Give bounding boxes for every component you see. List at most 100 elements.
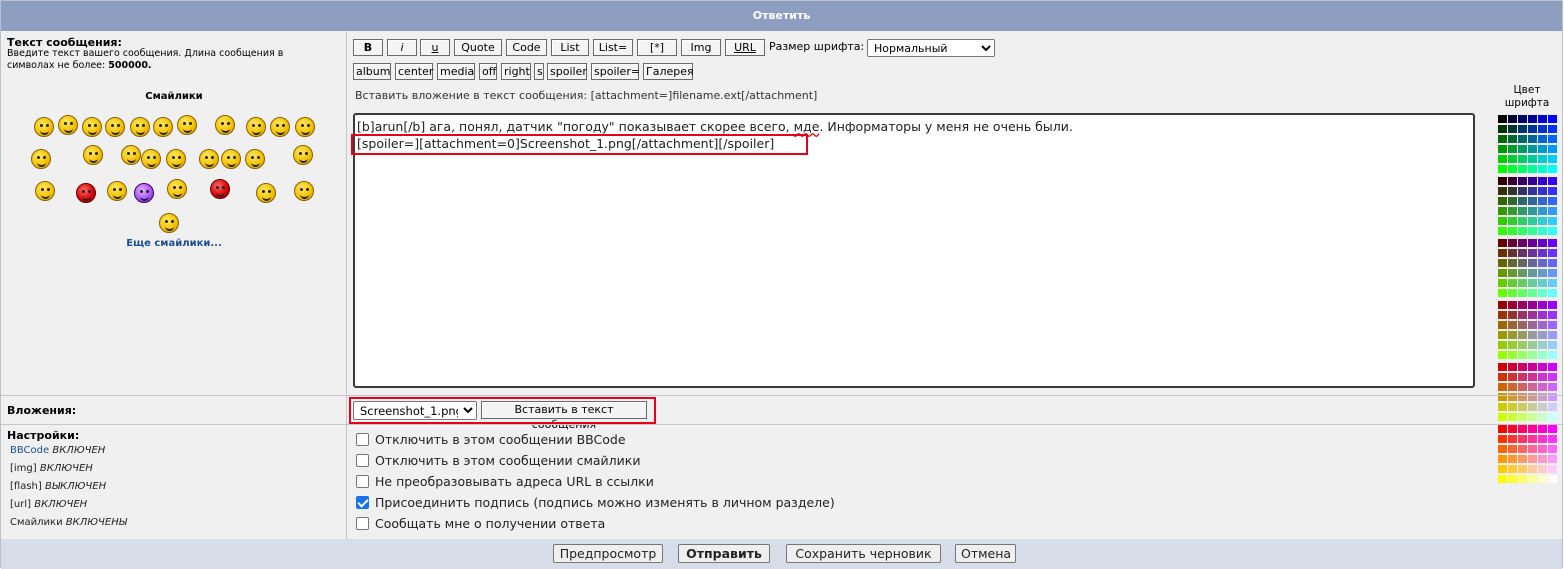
album-button[interactable]: album (353, 63, 391, 80)
color-swatch[interactable] (1547, 154, 1558, 164)
smiley-jump-icon[interactable] (167, 179, 187, 199)
code-button[interactable]: Code (506, 39, 547, 56)
option-disable-smileys[interactable]: Отключить в этом сообщении смайлики (356, 450, 640, 470)
submit-button[interactable]: Отправить (678, 544, 770, 563)
color-swatch[interactable] (1547, 382, 1558, 392)
smiley-shock-icon[interactable] (130, 117, 150, 137)
quote-button[interactable]: Quote (454, 39, 502, 56)
option-disable-bbcode[interactable]: Отключить в этом сообщении BBCode (356, 429, 626, 449)
option-no-url-parse[interactable]: Не преобразовывать адреса URL в ссылки (356, 471, 654, 491)
smiley-confused-icon[interactable] (105, 117, 125, 137)
underline-button[interactable]: u (420, 39, 450, 56)
smiley-purple-icon[interactable] (134, 183, 154, 203)
gallery-button[interactable]: Галерея (643, 63, 694, 80)
preview-button[interactable]: Предпросмотр (553, 544, 663, 563)
italic-button[interactable]: i (387, 39, 417, 56)
color-swatch[interactable] (1547, 114, 1558, 124)
spoiler-titled-button[interactable]: spoiler= (591, 63, 640, 80)
smiley-yes-icon[interactable] (293, 145, 313, 165)
strike-button[interactable]: s (534, 63, 544, 80)
color-swatch[interactable] (1547, 424, 1558, 434)
color-swatch[interactable] (1547, 164, 1558, 174)
color-swatch[interactable] (1547, 320, 1558, 330)
more-smileys-link[interactable]: Еще смайлики... (1, 238, 347, 249)
color-swatch[interactable] (1547, 444, 1558, 454)
color-swatch[interactable] (1547, 186, 1558, 196)
right-button[interactable]: right (501, 63, 531, 80)
smiley-happy-icon[interactable] (153, 117, 173, 137)
color-swatch[interactable] (1547, 278, 1558, 288)
smiley-drink-icon[interactable] (35, 181, 55, 201)
option-checkbox[interactable] (356, 453, 369, 467)
color-swatch[interactable] (1547, 206, 1558, 216)
smiley-nod-icon[interactable] (159, 213, 179, 233)
smiley-sad-icon[interactable] (82, 117, 102, 137)
cancel-button[interactable]: Отмена (955, 544, 1016, 563)
smiley-hug-icon[interactable] (294, 181, 314, 201)
color-swatch[interactable] (1547, 196, 1558, 206)
smiley-blink-icon[interactable] (256, 183, 276, 203)
color-swatch[interactable] (1547, 402, 1558, 412)
smiley-tongue-icon[interactable] (215, 115, 235, 135)
bbcode-help-link[interactable]: BBCode (10, 445, 49, 456)
smiley-grin-icon[interactable] (34, 117, 54, 137)
smiley-cool-icon[interactable] (295, 117, 315, 137)
smiley-wave-icon[interactable] (31, 149, 51, 169)
smiley-eek-icon[interactable] (177, 115, 197, 135)
color-swatch[interactable] (1547, 124, 1558, 134)
color-swatch[interactable] (1547, 268, 1558, 278)
smiley-smile-icon[interactable] (58, 115, 78, 135)
off-button[interactable]: off (479, 63, 497, 80)
color-swatch[interactable] (1547, 362, 1558, 372)
color-swatch[interactable] (1547, 216, 1558, 226)
color-swatch[interactable] (1547, 474, 1558, 484)
color-swatch[interactable] (1547, 434, 1558, 444)
color-swatch[interactable] (1547, 350, 1558, 360)
list-button[interactable]: List (551, 39, 589, 56)
option-checkbox[interactable] (356, 432, 369, 446)
color-swatch[interactable] (1547, 412, 1558, 422)
color-swatch[interactable] (1547, 392, 1558, 402)
color-swatch[interactable] (1547, 288, 1558, 298)
font-size-select[interactable]: Нормальный (867, 39, 995, 57)
color-swatch[interactable] (1547, 248, 1558, 258)
color-swatch[interactable] (1547, 238, 1558, 248)
color-swatch[interactable] (1547, 176, 1558, 186)
color-swatch[interactable] (1547, 300, 1558, 310)
smiley-laugh-icon[interactable] (270, 117, 290, 137)
smiley-eyes-icon[interactable] (199, 149, 219, 169)
option-attach-signature[interactable]: Присоединить подпись (подпись можно изме… (356, 492, 835, 512)
color-swatch[interactable] (1547, 226, 1558, 236)
smiley-devil-icon[interactable] (210, 179, 230, 199)
smiley-hide-icon[interactable] (245, 149, 265, 169)
color-swatch[interactable] (1547, 372, 1558, 382)
option-checkbox[interactable] (356, 495, 369, 509)
color-swatch[interactable] (1547, 310, 1558, 320)
smiley-wink-icon[interactable] (246, 117, 266, 137)
smiley-crazy-icon[interactable] (107, 181, 127, 201)
smiley-clap-icon[interactable] (141, 149, 161, 169)
img-button[interactable]: Img (681, 39, 721, 56)
media-button[interactable]: media (437, 63, 475, 80)
smiley-angry-icon[interactable] (76, 183, 96, 203)
color-swatch[interactable] (1547, 258, 1558, 268)
center-button[interactable]: center (395, 63, 433, 80)
save-draft-button[interactable]: Сохранить черновик (786, 544, 941, 563)
bold-button[interactable]: B (353, 39, 383, 56)
color-swatch[interactable] (1547, 330, 1558, 340)
option-notify-reply[interactable]: Сообщать мне о получении ответа (356, 513, 605, 533)
url-button[interactable]: URL (725, 39, 765, 56)
color-swatch[interactable] (1547, 454, 1558, 464)
color-swatch[interactable] (1547, 464, 1558, 474)
spoiler-button[interactable]: spoiler (547, 63, 587, 80)
option-checkbox[interactable] (356, 516, 369, 530)
color-swatch[interactable] (1547, 340, 1558, 350)
smiley-think-icon[interactable] (166, 149, 186, 169)
list-ordered-button[interactable]: List= (593, 39, 633, 56)
smiley-sunglasses-icon[interactable] (221, 149, 241, 169)
smiley-group-icon[interactable] (121, 145, 141, 165)
list-item-button[interactable]: [*] (637, 39, 677, 56)
smiley-dance-icon[interactable] (83, 145, 103, 165)
option-checkbox[interactable] (356, 474, 369, 488)
color-swatch[interactable] (1547, 144, 1558, 154)
